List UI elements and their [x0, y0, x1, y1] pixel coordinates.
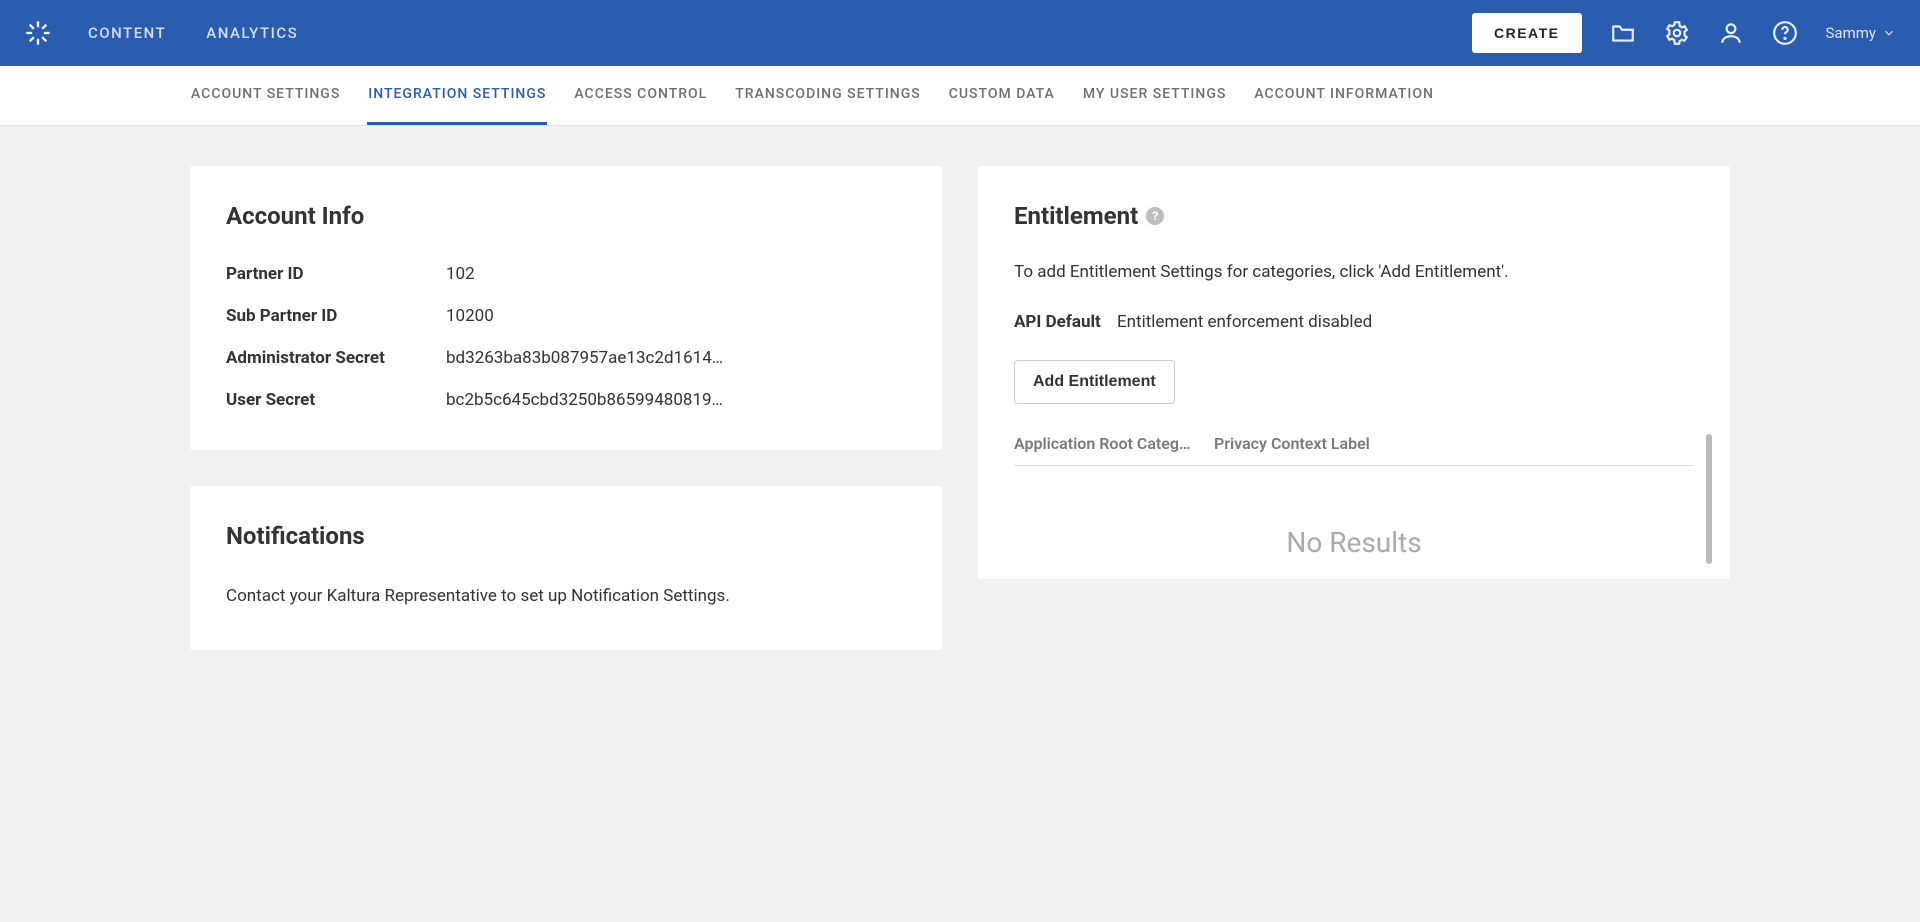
create-button[interactable]: CREATE: [1472, 13, 1582, 53]
gear-icon[interactable]: [1664, 20, 1690, 46]
account-info-card: Account Info Partner ID 102 Sub Partner …: [190, 166, 942, 450]
row-sub-partner-id: Sub Partner ID 10200: [226, 306, 906, 326]
api-default-value: Entitlement enforcement disabled: [1117, 312, 1372, 332]
account-info-title: Account Info: [226, 202, 906, 230]
tab-integration-settings[interactable]: INTEGRATION SETTINGS: [367, 66, 547, 125]
settings-tabs: ACCOUNT SETTINGS INTEGRATION SETTINGS AC…: [0, 66, 1920, 126]
entitlement-help-icon[interactable]: ?: [1146, 207, 1164, 225]
primary-nav: CONTENT ANALYTICS: [88, 24, 1472, 42]
value-user-secret: bc2b5c645cbd3250b86599480819…: [446, 390, 906, 410]
entitlement-card: Entitlement ? To add Entitlement Setting…: [978, 166, 1730, 579]
entitlement-title: Entitlement: [1014, 202, 1138, 230]
tab-custom-data[interactable]: CUSTOM DATA: [948, 66, 1056, 125]
no-results-text: No Results: [1014, 466, 1694, 559]
row-admin-secret: Administrator Secret bd3263ba83b087957ae…: [226, 348, 906, 368]
folder-icon[interactable]: [1610, 20, 1636, 46]
help-icon[interactable]: [1772, 20, 1798, 46]
entitlement-table-header: Application Root Categ… Privacy Context …: [1014, 434, 1694, 466]
top-right-controls: CREATE Sammy: [1472, 13, 1896, 53]
label-user-secret: User Secret: [226, 390, 446, 410]
column-root-category: Application Root Categ…: [1014, 434, 1214, 453]
row-user-secret: User Secret bc2b5c645cbd3250b86599480819…: [226, 390, 906, 410]
notifications-title: Notifications: [226, 522, 906, 550]
app-logo-icon: [24, 19, 52, 47]
value-partner-id: 102: [446, 264, 906, 284]
username-label: Sammy: [1826, 24, 1876, 42]
label-partner-id: Partner ID: [226, 264, 446, 284]
tab-account-information[interactable]: ACCOUNT INFORMATION: [1253, 66, 1435, 125]
value-sub-partner-id: 10200: [446, 306, 906, 326]
nav-analytics[interactable]: ANALYTICS: [206, 24, 298, 42]
label-sub-partner-id: Sub Partner ID: [226, 306, 446, 326]
label-admin-secret: Administrator Secret: [226, 348, 446, 368]
notifications-body: Contact your Kaltura Representative to s…: [226, 584, 906, 610]
entitlement-intro: To add Entitlement Settings for categori…: [1014, 260, 1694, 286]
scrollbar[interactable]: [1706, 434, 1712, 564]
tab-access-control[interactable]: ACCESS CONTROL: [573, 66, 708, 125]
row-partner-id: Partner ID 102: [226, 264, 906, 284]
api-default-row: API Default Entitlement enforcement disa…: [1014, 312, 1694, 332]
left-column: Account Info Partner ID 102 Sub Partner …: [190, 166, 942, 650]
value-admin-secret: bd3263ba83b087957ae13c2d1614…: [446, 348, 906, 368]
column-privacy-context: Privacy Context Label: [1214, 434, 1694, 453]
content-area: Account Info Partner ID 102 Sub Partner …: [0, 126, 1920, 690]
entitlement-table: Application Root Categ… Privacy Context …: [1014, 434, 1694, 559]
tab-transcoding-settings[interactable]: TRANSCODING SETTINGS: [734, 66, 921, 125]
chevron-down-icon: [1882, 26, 1896, 40]
right-column: Entitlement ? To add Entitlement Setting…: [978, 166, 1730, 579]
tab-my-user-settings[interactable]: MY USER SETTINGS: [1082, 66, 1228, 125]
user-menu[interactable]: Sammy: [1826, 24, 1896, 42]
user-icon[interactable]: [1718, 20, 1744, 46]
api-default-label: API Default: [1014, 312, 1101, 332]
top-bar: CONTENT ANALYTICS CREATE: [0, 0, 1920, 66]
tab-account-settings[interactable]: ACCOUNT SETTINGS: [190, 66, 341, 125]
notifications-card: Notifications Contact your Kaltura Repre…: [190, 486, 942, 650]
add-entitlement-button[interactable]: Add Entitlement: [1014, 360, 1175, 404]
entitlement-header: Entitlement ?: [1014, 202, 1694, 230]
nav-content[interactable]: CONTENT: [88, 24, 166, 42]
